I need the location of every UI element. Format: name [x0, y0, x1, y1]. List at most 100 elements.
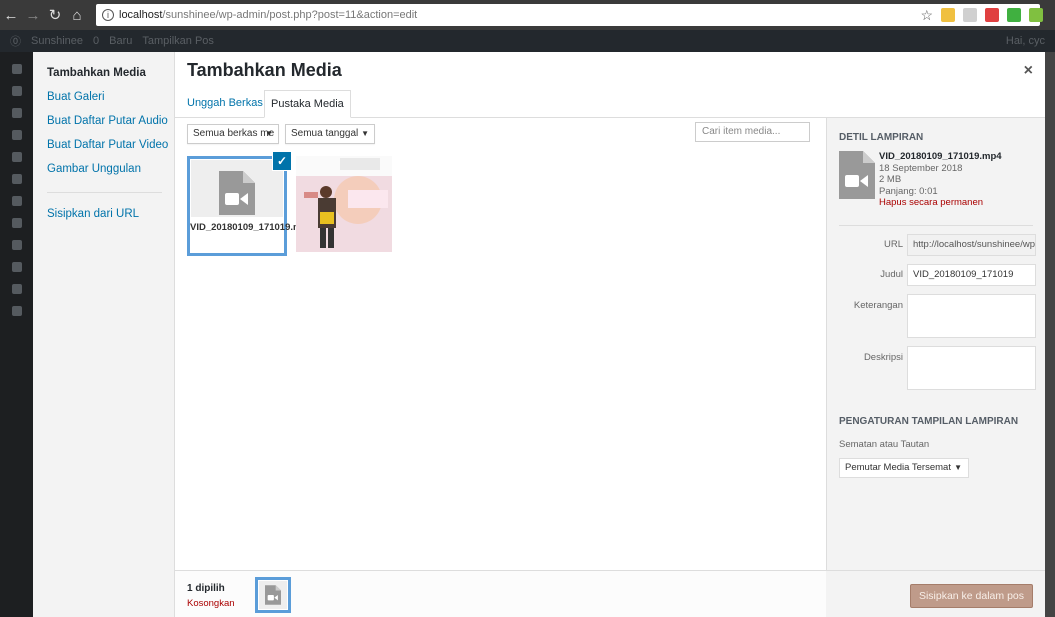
info-icon[interactable]: i — [102, 9, 114, 21]
attachment-filename: VID_20180109_171019.mp4 — [190, 217, 313, 253]
extension-icons: ☆ — [920, 4, 1043, 26]
award-photo-image — [296, 156, 392, 252]
extension-icon[interactable] — [985, 8, 999, 22]
comments-count[interactable]: 0 — [93, 35, 99, 47]
menu-item-create-gallery[interactable]: Buat Galeri — [33, 86, 174, 110]
view-post-link[interactable]: Tampilkan Pos — [142, 35, 214, 47]
menu-item-featured-image[interactable]: Gambar Unggulan — [33, 158, 174, 182]
caption-label: Keterangan — [853, 300, 903, 311]
embed-or-link-select[interactable]: Pemutar Media Tersemat ▼ — [839, 458, 969, 478]
menu-icon — [11, 284, 22, 294]
extension-icon[interactable] — [963, 8, 977, 22]
menu-item-audio-playlist[interactable]: Buat Daftar Putar Audio — [33, 110, 174, 134]
attachments-grid: VID_20180109_171019.mp4 ✓ — [175, 148, 826, 570]
dashboard-icon — [11, 64, 22, 74]
menu-icon — [11, 262, 22, 272]
attachment-filename: VID_20180109_171019.mp4 — [879, 151, 1002, 162]
attachment-details-heading: Detil Lampiran — [839, 132, 924, 143]
dropdown-arrow-icon: ▼ — [954, 463, 962, 472]
url-field-row: URL http://localhost/sunshinee/wp — [839, 234, 1036, 258]
extension-icon[interactable] — [941, 8, 955, 22]
wordpress-logo-icon[interactable]: ⓪ — [10, 33, 21, 49]
menu-item-insert-from-url[interactable]: Sisipkan dari URL — [33, 203, 174, 227]
menu-icon — [11, 306, 22, 316]
media-search-input[interactable]: Cari item media... — [695, 122, 810, 142]
video-file-icon — [839, 151, 875, 199]
attachment-video[interactable]: VID_20180109_171019.mp4 ✓ — [187, 151, 313, 256]
url-path: /sunshinee/wp-admin/post.php?post=11&act… — [162, 9, 418, 21]
filter-date-select[interactable]: Semua tanggal ▼ — [285, 124, 375, 144]
attachment-length: Panjang: 0:01 — [879, 185, 938, 197]
video-file-icon — [265, 585, 281, 605]
extension-icon[interactable] — [1007, 8, 1021, 22]
menu-divider — [47, 192, 162, 193]
embed-or-link-label: Sematan atau Tautan — [839, 439, 930, 450]
title-label: Judul — [880, 269, 903, 280]
selection-count: 1 dipilih — [187, 583, 225, 594]
menu-icon — [11, 174, 22, 184]
filter-date-value: Semua tanggal — [291, 128, 359, 139]
media-frame-toolbar: 1 dipilih Kosongkan Sisipkan ke dalam po… — [175, 570, 1045, 617]
pin-icon — [11, 108, 22, 118]
media-toolbar: Semua berkas me ▼ Semua tanggal ▼ Cari i… — [175, 118, 825, 148]
attachment-date: 18 September 2018 — [879, 162, 963, 174]
menu-item-video-playlist[interactable]: Buat Daftar Putar Video — [33, 134, 174, 158]
home-icon[interactable]: ⌂ — [66, 7, 88, 24]
filter-type-select[interactable]: Semua berkas me ▼ — [187, 124, 279, 144]
description-field-row: Deskripsi — [839, 346, 1036, 392]
menu-icon — [11, 130, 22, 140]
menu-icon — [11, 240, 22, 250]
description-field[interactable] — [907, 346, 1036, 390]
dropdown-arrow-icon: ▼ — [265, 129, 273, 138]
menu-icon — [11, 218, 22, 228]
menu-icon — [11, 152, 22, 162]
reload-icon[interactable]: ↻ — [44, 6, 66, 24]
user-greeting[interactable]: Hai, cyc — [1006, 35, 1045, 47]
description-label: Deskripsi — [863, 352, 903, 363]
clear-selection-link[interactable]: Kosongkan — [187, 598, 235, 609]
attachment-image[interactable] — [296, 156, 392, 252]
attachment-info: VID_20180109_171019.mp4 18 September 201… — [839, 151, 1033, 215]
dropdown-arrow-icon: ▼ — [361, 129, 369, 138]
media-modal: Tambahkan Media Buat Galeri Buat Daftar … — [33, 52, 1045, 617]
title-field-row: Judul VID_20180109_171019 — [839, 264, 1036, 288]
selected-check-icon[interactable]: ✓ — [272, 151, 292, 171]
modal-title: Tambahkan Media — [187, 60, 342, 80]
extension-icon[interactable] — [1029, 8, 1043, 22]
insert-into-post-button[interactable]: Sisipkan ke dalam pos — [909, 584, 1033, 608]
new-content-link[interactable]: Baru — [109, 35, 132, 47]
divider — [839, 225, 1033, 226]
media-frame-menu: Tambahkan Media Buat Galeri Buat Daftar … — [33, 52, 175, 617]
selection-thumbnail[interactable] — [257, 579, 289, 611]
address-bar[interactable]: i localhost/sunshinee/wp-admin/post.php?… — [96, 4, 1040, 26]
footer-primary-area: Sisipkan ke dalam pos — [826, 571, 1045, 617]
wp-admin-menu — [0, 52, 33, 617]
menu-icon — [11, 196, 22, 206]
wp-admin-bar: ⓪ Sunshinee 0 Baru Tampilkan Pos Hai, cy… — [0, 30, 1055, 52]
site-name[interactable]: Sunshinee — [31, 35, 83, 47]
forward-icon[interactable]: → — [22, 7, 44, 24]
title-field[interactable]: VID_20180109_171019 — [907, 264, 1036, 286]
attachment-details-sidebar: Detil Lampiran VID_20180109_171019.mp4 1… — [826, 118, 1045, 570]
caption-field[interactable] — [907, 294, 1036, 338]
caption-field-row: Keterangan — [839, 294, 1036, 340]
embed-or-link-value: Pemutar Media Tersemat — [845, 462, 951, 473]
attachment-meta: VID_20180109_171019.mp4 18 September 201… — [879, 151, 1002, 209]
delete-permanently-link[interactable]: Hapus secara permanen — [879, 197, 1002, 209]
menu-icon — [11, 86, 22, 96]
url-label: URL — [883, 239, 903, 250]
video-file-icon — [219, 171, 255, 215]
url-field[interactable]: http://localhost/sunshinee/wp — [907, 234, 1036, 256]
attachment-size: 2 MB — [879, 174, 902, 185]
display-settings-heading: Pengaturan Tampilan Lampiran — [839, 416, 1019, 427]
media-router-tabs: Unggah Berkas Pustaka Media — [175, 88, 1045, 118]
close-icon[interactable]: × — [1024, 62, 1033, 80]
back-icon[interactable]: ← — [0, 7, 22, 24]
filter-type-value: Semua berkas me — [193, 128, 275, 139]
browser-toolbar: ← → ↻ ⌂ i localhost/sunshinee/wp-admin/p… — [0, 0, 1055, 30]
tab-media-library[interactable]: Pustaka Media — [264, 90, 351, 118]
url-host: localhost — [119, 9, 163, 21]
tab-upload-files[interactable]: Unggah Berkas — [181, 90, 269, 118]
bookmark-star-icon[interactable]: ☆ — [920, 7, 933, 24]
menu-item-add-media[interactable]: Tambahkan Media — [33, 62, 174, 86]
